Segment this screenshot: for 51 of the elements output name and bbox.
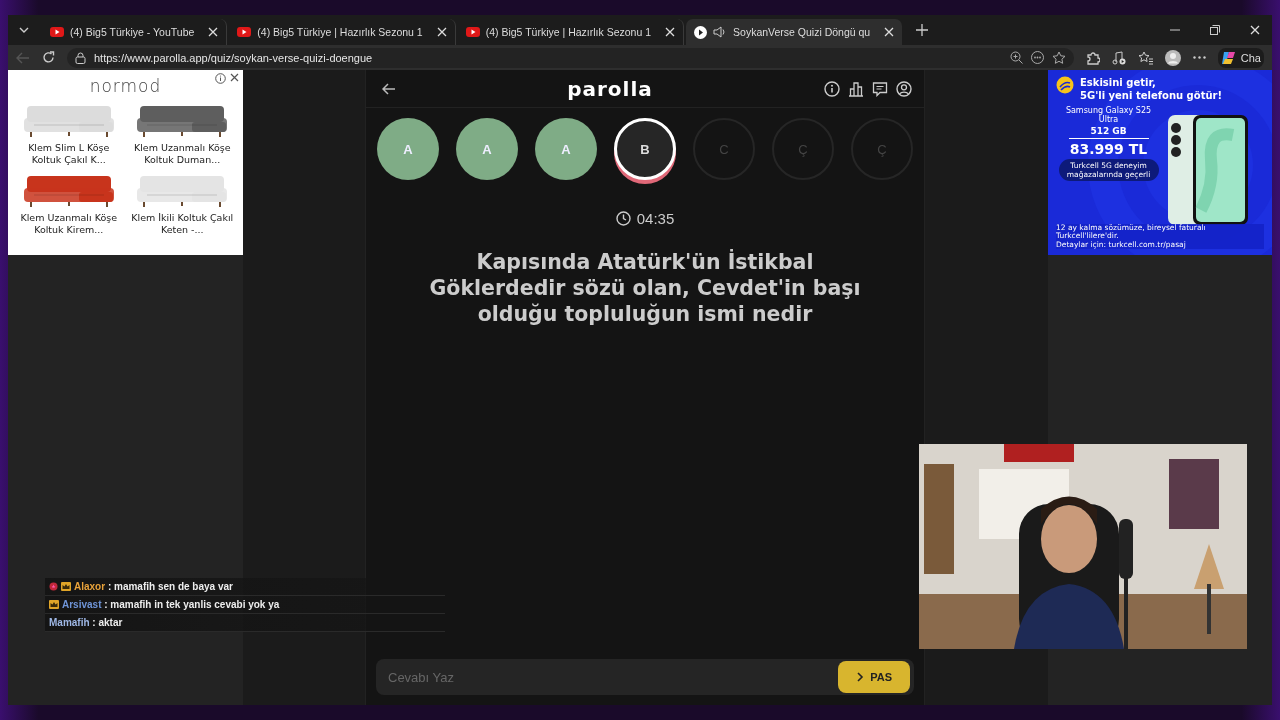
profile-icon[interactable] <box>1164 49 1181 66</box>
copilot-button[interactable]: Cha <box>1217 47 1264 68</box>
copilot-icon <box>1220 49 1237 66</box>
product-name: Samsung Galaxy S25 Ultra <box>1064 106 1153 124</box>
favorites-icon[interactable] <box>1137 50 1153 65</box>
chat-message: Alaxor : mamafih sen de baya var <box>74 581 233 592</box>
answer-field[interactable]: Cevabı Yaz PAS <box>376 659 914 695</box>
chevron-icon <box>856 672 865 682</box>
extensions-icon[interactable] <box>1085 50 1100 65</box>
product-card[interactable]: Klem İkili Koltuk Çakıl Keten -... <box>125 168 239 236</box>
product-caption: Klem Uzanmalı Köşe Koltuk Duman... <box>133 142 232 166</box>
back-icon[interactable] <box>382 82 396 95</box>
app-logo[interactable]: parolla <box>396 76 824 101</box>
reload-icon[interactable] <box>42 51 55 64</box>
play-icon <box>694 25 708 39</box>
question-text: Kapısında Atatürk'ün İstikbal Göklerdedir sözü olan, Cevdet'in başı olduğu topluluğun ismi nedir <box>428 249 862 327</box>
product-caption: Klem Uzanmalı Köşe Koltuk Kirem... <box>19 212 118 236</box>
star-icon[interactable] <box>1051 51 1066 64</box>
brand-logo: normod <box>89 75 162 96</box>
speaker-icon[interactable] <box>713 26 728 38</box>
letter-bubble[interactable]: B <box>614 118 676 180</box>
clock-icon <box>615 211 631 226</box>
music-icon[interactable] <box>1111 50 1126 65</box>
stats-icon[interactable] <box>848 80 864 97</box>
video-icon <box>465 27 480 37</box>
video-icon <box>237 27 252 37</box>
profile-icon[interactable] <box>896 80 912 97</box>
price-label: 83.999 TL <box>1069 141 1148 157</box>
feedback-icon[interactable] <box>872 80 888 97</box>
video-icon <box>50 27 64 37</box>
zoom-icon[interactable] <box>1009 51 1023 64</box>
timer: 04:35 <box>636 210 675 227</box>
product-caption: Klem İkili Koltuk Çakıl Keten -... <box>130 212 235 236</box>
restore-icon[interactable] <box>1210 25 1220 35</box>
product-card[interactable]: Klem Uzanmalı Köşe Koltuk Duman... <box>125 98 239 166</box>
brand-logo <box>1056 76 1074 94</box>
browser-tab[interactable]: SoykanVerse Quizi Döngü qu <box>686 19 903 45</box>
storage-label: 512 GB <box>1068 126 1149 139</box>
more-icon[interactable] <box>1030 51 1044 64</box>
close-icon[interactable] <box>230 73 239 82</box>
chat-message: Arsivast : mamafih in tek yanlis cevabi yok ya <box>62 599 280 610</box>
lock-icon <box>75 51 86 64</box>
address-bar[interactable]: https://www.parolla.app/quiz/soykan-verse-quizi-doengue <box>67 47 1074 68</box>
chat-message: Mamafih : aktar <box>49 617 123 628</box>
product-caption: Klem Slim L Köşe Koltuk Çakıl K... <box>27 142 111 166</box>
menu-icon[interactable] <box>1192 56 1206 59</box>
product-card[interactable]: Klem Uzanmalı Köşe Koltuk Kirem... <box>12 168 126 236</box>
product-card[interactable]: Klem Slim L Köşe Koltuk Çakıl K... <box>12 98 126 166</box>
ad-headline: Eskisini getir, 5G'li yeni telefonu götür! <box>1080 76 1223 102</box>
new-tab-icon[interactable] <box>916 24 929 36</box>
pass-button[interactable]: PAS <box>838 661 910 693</box>
